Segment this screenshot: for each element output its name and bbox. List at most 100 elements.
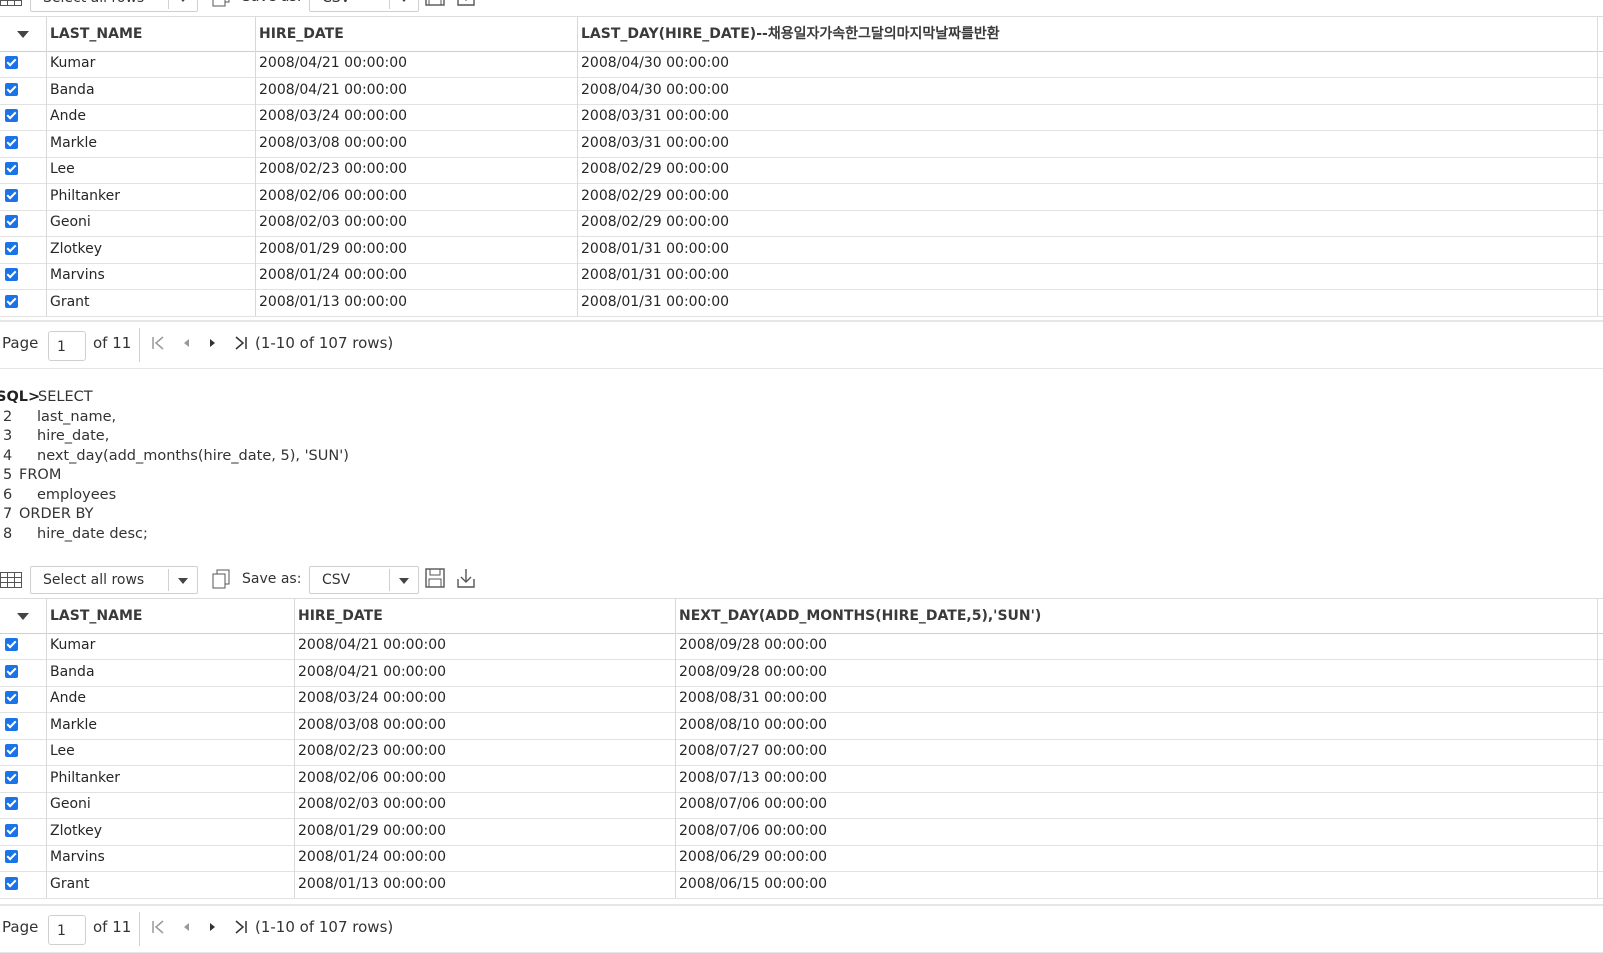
chevron-down-icon <box>399 578 409 584</box>
table-row[interactable]: Kumar 2008/04/21 00:00:00 2008/09/28 00:00… <box>0 632 1603 660</box>
table-row[interactable]: Zlotkey 2008/01/29 00:00:00 2008/01/31 00:… <box>0 235 1603 264</box>
cell-result-date: 2008/07/06 00:00:00 <box>675 817 1597 845</box>
row-checkbox[interactable] <box>5 188 18 202</box>
next-page-icon[interactable] <box>208 335 218 351</box>
page-number-input[interactable]: 1 <box>48 915 86 945</box>
cell-last-name: Lee <box>46 738 294 765</box>
cell-last-name: Markle <box>46 129 255 157</box>
column-header-hire-date[interactable]: HIRE_DATE <box>294 599 675 633</box>
table-row[interactable]: Markle 2008/03/08 00:00:00 2008/08/10 00:0… <box>0 711 1603 740</box>
copy-icon[interactable] <box>210 568 232 590</box>
download-icon[interactable] <box>455 0 477 7</box>
table-row[interactable]: Lee 2008/02/23 00:00:00 2008/07/27 00:00:0… <box>0 738 1603 766</box>
pagination-bar-2: Page 1 of 11 (1-10 of 107 rows) <box>0 904 1603 953</box>
table-row[interactable]: Grant 2008/01/13 00:00:00 2008/06/15 00:00… <box>0 870 1603 899</box>
table-row[interactable]: Ande 2008/03/24 00:00:00 2008/08/31 00:00:… <box>0 685 1603 713</box>
row-checkbox[interactable] <box>5 770 18 784</box>
row-checkbox[interactable] <box>5 162 18 175</box>
row-checkbox[interactable] <box>5 797 18 810</box>
download-icon[interactable] <box>455 567 477 589</box>
cell-last-name: Grant <box>46 870 294 898</box>
cell-last-name: Zlotkey <box>46 235 255 263</box>
cell-result-date: 2008/07/27 00:00:00 <box>675 738 1597 765</box>
first-page-icon[interactable] <box>151 335 165 351</box>
table-row[interactable]: Marvins 2008/01/24 00:00:00 2008/01/31 00:… <box>0 262 1603 290</box>
row-checkbox[interactable] <box>5 691 18 704</box>
row-checkbox[interactable] <box>5 717 18 731</box>
table-row[interactable]: Kumar 2008/04/21 00:00:00 2008/04/30 00:00… <box>0 50 1603 78</box>
select-column-toggle[interactable] <box>0 599 46 633</box>
table-row[interactable]: Geoni 2008/02/03 00:00:00 2008/02/29 00:00… <box>0 209 1603 237</box>
cell-result-date: 2008/08/10 00:00:00 <box>675 711 1597 739</box>
save-icon[interactable] <box>424 0 446 7</box>
select-rows-label: Select all rows <box>43 572 145 588</box>
cell-result-date: 2008/09/28 00:00:00 <box>675 632 1597 659</box>
sql-code-line: employees <box>37 486 117 503</box>
select-rows-dropdown[interactable]: Select all rows <box>30 566 198 594</box>
row-checkbox[interactable] <box>5 664 18 678</box>
select-column-toggle[interactable] <box>0 17 46 51</box>
format-dropdown[interactable]: CSV <box>309 0 419 12</box>
table-row[interactable]: Philtanker 2008/02/06 00:00:00 2008/02/29 … <box>0 182 1603 211</box>
cell-result-date: 2008/06/15 00:00:00 <box>675 870 1597 898</box>
table-row[interactable]: Geoni 2008/02/03 00:00:00 2008/07/06 00:00… <box>0 791 1603 819</box>
column-header-last-name[interactable]: LAST_NAME <box>46 17 255 51</box>
sql-line-number: 7 <box>3 506 13 522</box>
table-row[interactable]: Philtanker 2008/02/06 00:00:00 2008/07/13 … <box>0 764 1603 793</box>
cell-last-name: Kumar <box>46 632 294 659</box>
page-count: of 11 <box>93 334 132 352</box>
row-checkbox[interactable] <box>5 876 18 890</box>
table-row[interactable]: Lee 2008/02/23 00:00:00 2008/02/29 00:00:0… <box>0 156 1603 184</box>
save-as-label: Save as: <box>242 571 302 587</box>
row-checkbox[interactable] <box>5 241 18 255</box>
row-checkbox[interactable] <box>5 294 18 308</box>
pagination-bar-1: Page 1 of 11 (1-10 of 107 rows) <box>0 320 1603 369</box>
caret-down-icon <box>17 613 29 620</box>
copy-icon[interactable] <box>210 0 232 8</box>
row-checkbox[interactable] <box>5 82 18 96</box>
cell-hire-date: 2008/02/06 00:00:00 <box>294 764 675 792</box>
sql-line-number: 8 <box>3 525 13 542</box>
cell-result-date: 2008/02/29 00:00:00 <box>577 156 1597 183</box>
format-dropdown[interactable]: CSV <box>309 566 419 594</box>
table-row[interactable]: Markle 2008/03/08 00:00:00 2008/03/31 00:0… <box>0 129 1603 158</box>
cell-result-date: 2008/01/31 00:00:00 <box>577 288 1597 316</box>
cell-last-name: Banda <box>46 76 255 104</box>
cell-last-name: Grant <box>46 288 255 316</box>
column-header-last-name[interactable]: LAST_NAME <box>46 599 294 633</box>
table-row[interactable]: Zlotkey 2008/01/29 00:00:00 2008/07/06 00:… <box>0 817 1603 846</box>
row-checkbox[interactable] <box>5 823 18 837</box>
row-checkbox[interactable] <box>5 135 18 149</box>
sql-line-number: 6 <box>3 486 13 503</box>
column-header-last-day[interactable]: LAST_DAY(HIRE_DATE)--채용일자가속한그달의마지막날짜를반환 <box>577 17 1597 51</box>
column-header-hire-date[interactable]: HIRE_DATE <box>255 17 577 51</box>
sql-line-number: 3 <box>3 428 13 444</box>
cell-last-name: Philtanker <box>46 182 255 210</box>
row-checkbox[interactable] <box>5 215 18 228</box>
column-header-next-day[interactable]: NEXT_DAY(ADD_MONTHS(HIRE_DATE,5),'SUN') <box>675 599 1597 633</box>
save-icon[interactable] <box>424 567 446 589</box>
row-checkbox[interactable] <box>5 638 18 651</box>
row-checkbox[interactable] <box>5 744 18 757</box>
table-row[interactable]: Ande 2008/03/24 00:00:00 2008/03/31 00:00:… <box>0 103 1603 131</box>
row-checkbox[interactable] <box>5 109 18 122</box>
page-number-input[interactable]: 1 <box>48 331 86 361</box>
table-row[interactable]: Grant 2008/01/13 00:00:00 2008/01/31 00:00… <box>0 288 1603 317</box>
row-checkbox[interactable] <box>5 56 18 69</box>
sql-code-line: next_day(add_months(hire_date, 5), 'SUN'… <box>37 447 349 464</box>
row-checkbox[interactable] <box>5 850 18 863</box>
select-rows-dropdown[interactable]: Select all rows <box>30 0 198 12</box>
table-row[interactable]: Banda 2008/04/21 00:00:00 2008/09/28 00:00… <box>0 658 1603 687</box>
cell-hire-date: 2008/02/03 00:00:00 <box>255 209 577 236</box>
previous-page-icon[interactable] <box>181 335 191 351</box>
cell-last-name: Markle <box>46 711 294 739</box>
cell-hire-date: 2008/01/29 00:00:00 <box>255 235 577 263</box>
sql-code-line: FROM <box>19 467 62 483</box>
row-checkbox[interactable] <box>5 268 18 281</box>
cell-result-date: 2008/01/31 00:00:00 <box>577 262 1597 289</box>
table-row[interactable]: Marvins 2008/01/24 00:00:00 2008/06/29 00:… <box>0 844 1603 872</box>
table-row[interactable]: Banda 2008/04/21 00:00:00 2008/04/30 00:00… <box>0 76 1603 105</box>
cell-hire-date: 2008/01/13 00:00:00 <box>255 288 577 316</box>
last-page-icon[interactable] <box>234 335 248 351</box>
table-header: LAST_NAME HIRE_DATE NEXT_DAY(ADD_MONTHS(… <box>0 598 1603 634</box>
